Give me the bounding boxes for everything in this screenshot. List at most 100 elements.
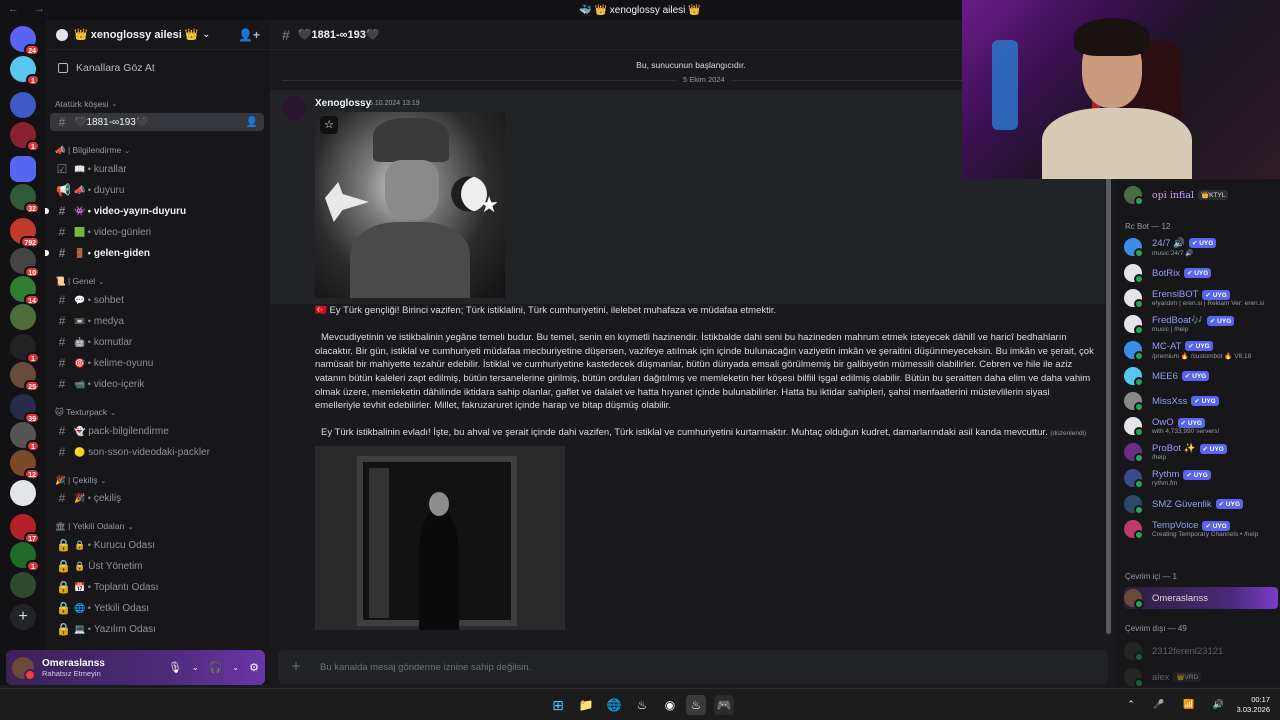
server-icon-server-7[interactable]: 10 — [10, 248, 40, 278]
message-author[interactable]: Xenoglossy — [315, 98, 371, 109]
server-icon-server-13[interactable]: 1 — [10, 422, 40, 452]
member-item[interactable]: SMZ Güvenlik ✔ UYG — [1124, 493, 1278, 515]
member-item[interactable]: MC-AT ✔ UYG/premium 🔥 /custombot 🔥 V8.18 — [1124, 339, 1278, 361]
server-icon-server-12[interactable]: 39 — [10, 394, 40, 424]
steam-icon[interactable]: ♨ — [632, 695, 652, 715]
member-item[interactable]: ErensiBOT ✔ UYG e!yardım | eren.si | Rekla… — [1124, 287, 1278, 309]
channel-item-kelime-oyunu[interactable]: # 🎯 • kelime-oyunu — [50, 354, 264, 372]
nav-arrows[interactable]: ← → — [8, 3, 51, 15]
member-item[interactable]: MEE6 ✔ UYG — [1124, 365, 1278, 387]
member-item-self[interactable]: Omeraslanss — [1124, 587, 1278, 609]
channel-item-gelen-giden[interactable]: # 🚪 • gelen-giden — [45, 244, 264, 262]
member-item[interactable]: ProBot ✨ ✔ UYG/help — [1124, 441, 1278, 463]
category-cekilis[interactable]: 🎉 | Çekiliş ⌄ — [55, 475, 106, 486]
add-server-button[interactable]: + — [10, 604, 36, 630]
message-image-window[interactable] — [315, 446, 565, 630]
server-icon-server-15[interactable] — [10, 480, 36, 506]
channel-item-kurallar[interactable]: ☑ 📖 • kurallar — [50, 160, 264, 178]
channel-emoji: 🎯 • — [74, 357, 91, 368]
member-item[interactable]: Rythm ✔ UYG rythm.fm — [1124, 467, 1278, 489]
channel-item-yetkili-odasi[interactable]: 🔒 🌐 • Yetkili Odası — [50, 599, 264, 617]
server-icon-server-4[interactable]: 1 — [10, 122, 40, 152]
member-item[interactable]: opi infial 👑KTYL — [1124, 184, 1278, 206]
obs-icon[interactable]: ◉ — [660, 695, 680, 715]
server-icon-server-2[interactable]: 1 — [10, 56, 40, 86]
server-icon-server-16[interactable]: 17 — [10, 514, 40, 544]
channel-item-yazilim-odasi[interactable]: 🔒 💻 • Yazılım Odası — [50, 620, 264, 638]
channel-item-1881[interactable]: # 🖤1881-∞193🖤 👤 — [50, 113, 264, 131]
chrome-icon[interactable]: 🌐 — [604, 695, 624, 715]
chevron-down-icon: ⌄ — [124, 147, 131, 155]
channel-item-video-icerik[interactable]: # 📹 • video-içerik — [50, 375, 264, 393]
server-icon-folder[interactable] — [10, 156, 36, 182]
server-icon-server-6[interactable]: 792 — [10, 218, 40, 248]
channel-emoji: 📅 • — [74, 581, 91, 592]
server-icon-server-10[interactable]: 1 — [10, 334, 40, 364]
avatar[interactable] — [282, 96, 306, 120]
channel-item-ust-yonetim[interactable]: 🔒 🔒 Üst Yönetim — [50, 557, 264, 575]
server-icon-server-5[interactable]: 32 — [10, 184, 40, 214]
channel-item-cekilis[interactable]: # 🎉 • çekiliş — [50, 489, 264, 507]
channel-item-toplanti-odasi[interactable]: 🔒 📅 • Toplantı Odası — [50, 578, 264, 596]
channel-emoji: 👾 • — [74, 205, 91, 216]
avatar[interactable] — [12, 656, 36, 681]
member-info: MEE6 ✔ UYG — [1152, 371, 1210, 382]
chevron-down-icon[interactable]: ⌄ — [232, 663, 239, 672]
file-explorer-icon[interactable]: 📁 — [576, 695, 596, 715]
server-icon-server-18[interactable] — [10, 572, 36, 598]
channel-item-duyuru[interactable]: 📢 📣 • duyuru — [50, 181, 264, 199]
server-icon-server-8[interactable]: 14 — [10, 276, 40, 306]
user-panel[interactable]: Omeraslanss Rahatsız Etmeyin 🎙 ⌄ 🎧 ⌄ ⚙ — [6, 650, 265, 685]
star-icon[interactable]: ☆ — [320, 116, 338, 134]
channel-item-pack-bilgilendirme[interactable]: # 👻 pack-bilgilendirme — [50, 422, 264, 440]
channel-item-komutlar[interactable]: # 🤖 • komutlar — [50, 333, 264, 351]
server-icon-server-17[interactable]: 1 — [10, 542, 40, 572]
browse-channels[interactable]: Kanallara Göz At — [46, 50, 270, 86]
system-tray[interactable]: ⌃ 🎤 📶 🔊 — [1127, 699, 1232, 710]
chevron-down-icon[interactable]: ⌄ — [192, 663, 199, 672]
channel-item-video-gunleri[interactable]: # 🟩 • video-günleri — [50, 223, 264, 241]
category-bilgilendirme[interactable]: 📣 | Bilgilendirme ⌄ — [55, 145, 130, 156]
headphones-icon[interactable]: 🎧 — [209, 661, 223, 674]
message-image-ataturk[interactable]: ☆ ★ — [315, 112, 505, 298]
invite-people-icon[interactable]: 👤+ — [238, 28, 260, 42]
member-item-offline[interactable]: 2312ferenl23121 — [1124, 640, 1278, 662]
channel-item-video-yayin-duyuru[interactable]: # 👾 • video-yayın-duyuru — [45, 202, 264, 220]
composer-placeholder: Bu kanalda mesaj gönderme iznine sahip d… — [320, 661, 532, 673]
channel-item-medya[interactable]: # 📼 • medya — [50, 312, 264, 330]
member-item[interactable]: 24/7 🔊 ✔ UYG music 24/7 🔊 — [1124, 236, 1278, 258]
channel-item-packler[interactable]: # 🟡 son-sson-videodaki-packler — [50, 443, 264, 461]
user-status: Rahatsız Etmeyin — [42, 668, 101, 678]
server-icon-server-3[interactable] — [10, 92, 36, 118]
avatar — [1124, 341, 1144, 361]
member-item[interactable]: OwO ✔ UYG with 4,733,990 servers! — [1124, 415, 1278, 437]
member-activity: /premium 🔥 /custombot 🔥 V8.18 — [1152, 352, 1252, 360]
member-item[interactable]: TempVoice ✔ UYG Creating Temporary Channel… — [1124, 518, 1278, 540]
gear-icon[interactable]: ⚙ — [249, 661, 259, 674]
server-icon-server-9[interactable] — [10, 304, 36, 330]
server-icon-server-14[interactable]: 12 — [10, 450, 40, 480]
member-item[interactable]: MissXss ✔ UYG — [1124, 390, 1278, 412]
category-yetkili[interactable]: 🏛 | Yetkili Odaları ⌄ — [55, 521, 134, 532]
message-composer: + Bu kanalda mesaj gönderme iznine sahip… — [278, 650, 1108, 684]
channel-item-sohbet[interactable]: # 💬 • sohbet — [50, 291, 264, 309]
windows-start-icon[interactable]: ⊞ — [548, 695, 568, 715]
microphone-icon[interactable]: 🎙 — [168, 661, 182, 674]
server-icon-home[interactable]: 24 — [10, 26, 40, 56]
channel-label: sohbet — [93, 294, 124, 306]
invite-icon[interactable]: 👤 — [246, 117, 258, 128]
channel-item-kurucu-odasi[interactable]: 🔒 🔒 • Kurucu Odası — [50, 536, 264, 554]
discord-icon[interactable]: 🎮 — [714, 695, 734, 715]
member-item[interactable]: FredBoat🎶 ✔ UYG music | /help — [1124, 313, 1278, 335]
member-category-online: Çevrim içi — 1 — [1125, 572, 1178, 581]
clock[interactable]: 00:17 3.03.2026 — [1237, 695, 1270, 715]
category-ataturk[interactable]: Atatürk köşesi ⌄ — [55, 99, 117, 109]
category-texturpack[interactable]: 🐱 Texturpack ⌄ — [55, 407, 116, 418]
category-genel[interactable]: 📜 | Genel ⌄ — [55, 276, 104, 287]
member-item[interactable]: BotRix ✔ UYG — [1124, 262, 1278, 284]
member-item-offline[interactable]: alex 👑VRD — [1124, 666, 1278, 688]
member-name: SMZ Güvenlik — [1152, 498, 1212, 510]
guild-header[interactable]: 👑 xenoglossy ailesi 👑 ⌄ 👤+ — [46, 20, 270, 50]
steam-active-icon[interactable]: ♨ — [686, 695, 706, 715]
server-icon-server-11[interactable]: 25 — [10, 362, 40, 392]
